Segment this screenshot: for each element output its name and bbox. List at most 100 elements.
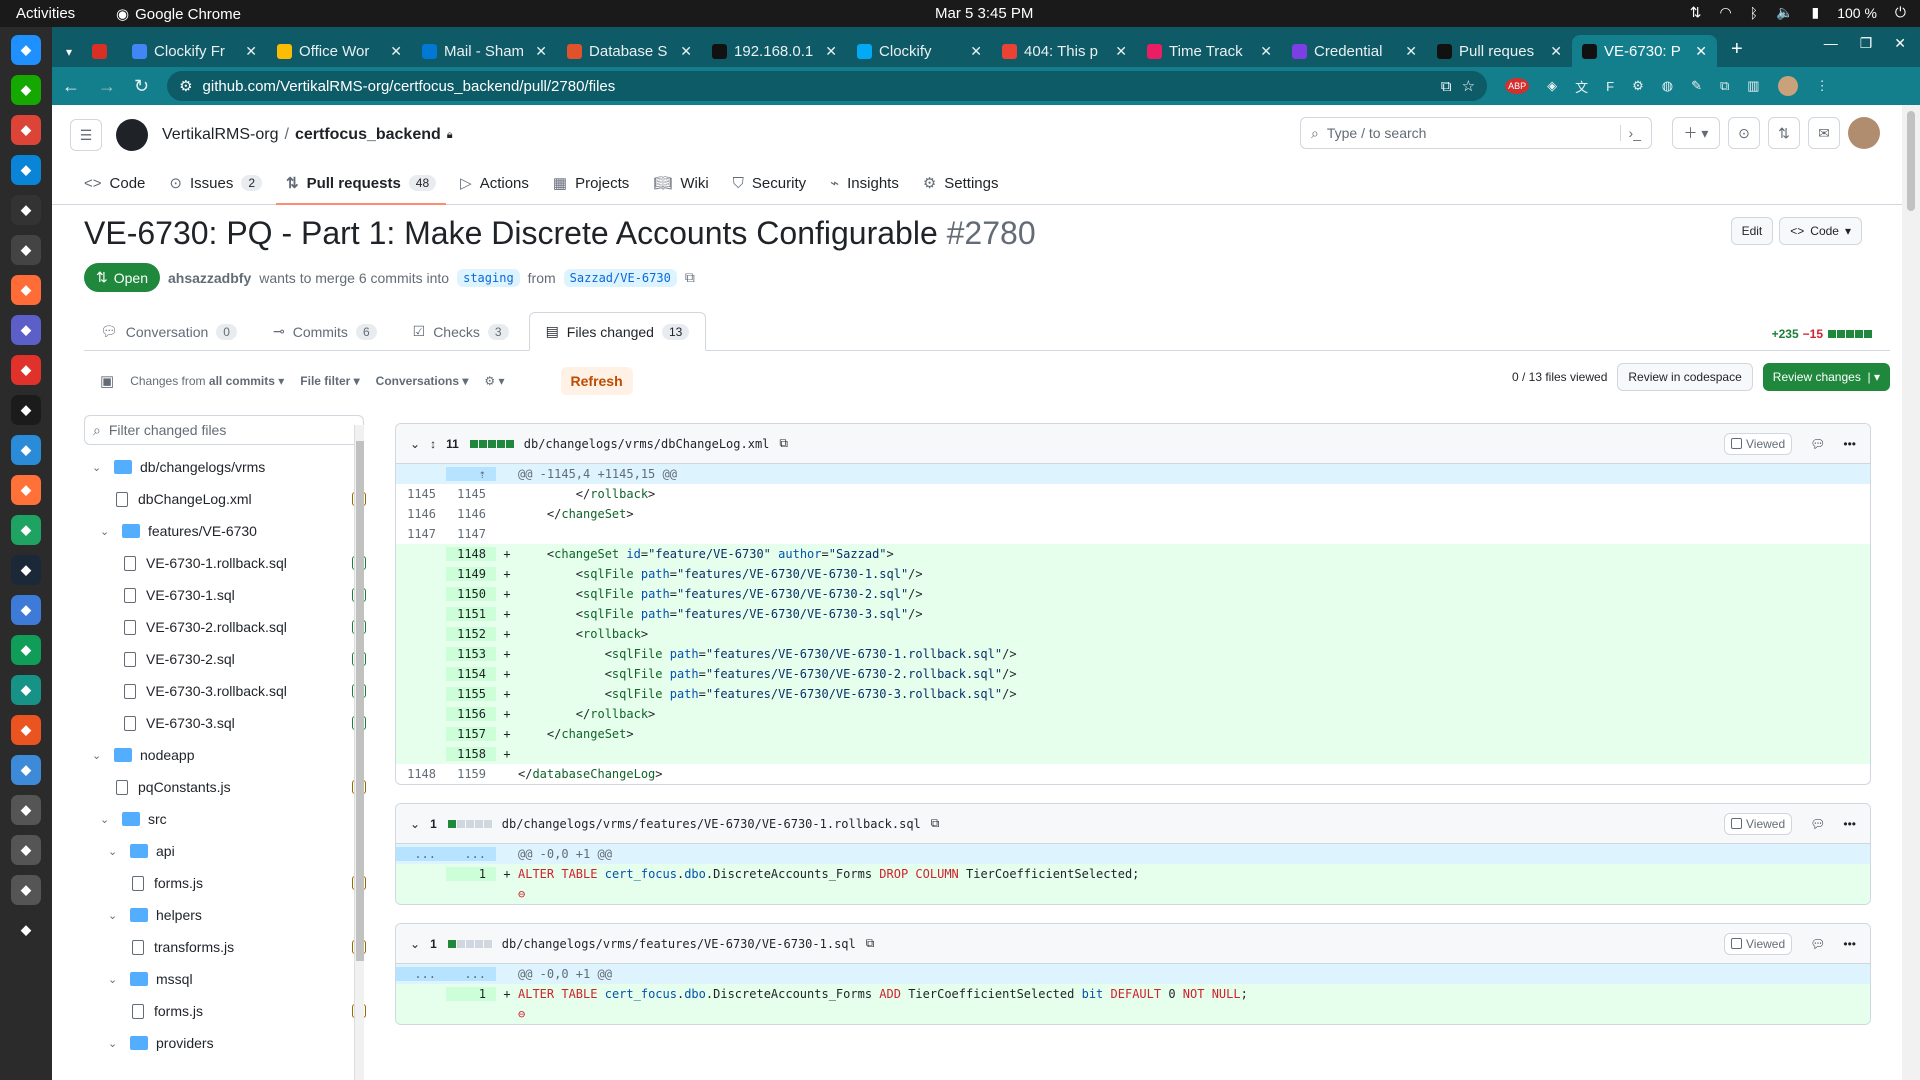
tree-file[interactable]: VE-6730-2.rollback.sql+ xyxy=(84,611,374,643)
tab-files-changed[interactable]: ▤ Files changed 13 xyxy=(528,312,707,351)
profile-avatar[interactable] xyxy=(1777,76,1798,96)
tree-file[interactable]: forms.js• xyxy=(84,995,374,1027)
terminal-icon[interactable]: ◆ xyxy=(11,195,41,225)
tree-file[interactable]: transforms.js• xyxy=(84,931,374,963)
diff-line[interactable]: 1153 + <sqlFile path="features/VE-6730/VE… xyxy=(396,644,1870,664)
extension-abp-icon[interactable]: ABP xyxy=(1505,78,1530,94)
clock[interactable]: Mar 5 3:45 PM xyxy=(935,5,1033,22)
typora-icon[interactable]: ◆ xyxy=(11,235,41,265)
file-path[interactable]: db/changelogs/vrms/dbChangeLog.xml xyxy=(524,437,770,451)
kebab-menu-icon[interactable]: ••• xyxy=(1843,437,1856,451)
code-dropdown-button[interactable]: <> Code ▾ xyxy=(1779,217,1862,245)
browser-tab[interactable]: Office Wor ✕ xyxy=(267,35,412,67)
viewed-checkbox[interactable]: Viewed xyxy=(1724,932,1793,955)
tree-folder[interactable]: ⌄ mssql xyxy=(84,963,374,995)
system-tray[interactable]: ⇅ ◠ ᛒ 🔈 ▮ 100 % ⏻ xyxy=(1690,4,1906,21)
expand-up-icon[interactable]: ... xyxy=(396,847,446,861)
chevron-down-icon[interactable]: ⌄ xyxy=(108,909,124,922)
file-path[interactable]: db/changelogs/vrms/features/VE-6730/VE-6… xyxy=(502,817,921,831)
pull-requests-icon[interactable]: ⇅ xyxy=(1768,117,1800,149)
inbox-icon[interactable]: ✉ xyxy=(1808,117,1840,149)
new-line-number[interactable]: 1154 xyxy=(446,667,496,681)
chevron-down-icon[interactable]: ⌄ xyxy=(108,1037,124,1050)
tree-folder[interactable]: ⌄ providers xyxy=(84,1027,374,1059)
vscode-icon[interactable]: ◆ xyxy=(11,155,41,185)
viewed-checkbox[interactable]: Viewed xyxy=(1724,432,1793,455)
edit-button[interactable]: Edit xyxy=(1730,217,1774,245)
toggle-tree-icon[interactable]: ▣ xyxy=(100,372,114,390)
steam-icon[interactable]: ◆ xyxy=(11,555,41,585)
install-app-icon[interactable]: ⧉ xyxy=(1441,78,1452,95)
file-path[interactable]: db/changelogs/vrms/features/VE-6730/VE-6… xyxy=(502,937,856,951)
scrollbar-thumb[interactable] xyxy=(356,441,364,961)
new-line-number[interactable]: 1152 xyxy=(446,627,496,641)
omnibox[interactable]: ⚙ github.com/VertikalRMS-org/certfocus_b… xyxy=(167,71,1488,101)
collapse-chevron-icon[interactable]: ⌄ xyxy=(410,817,420,831)
activities-button[interactable]: Activities xyxy=(16,5,75,22)
tab-close-icon[interactable]: ✕ xyxy=(390,43,402,60)
search-input[interactable]: ⌕ Type / to search ›_ xyxy=(1300,117,1652,149)
chrome-menu-icon[interactable]: ⋮ xyxy=(1816,78,1829,94)
new-line-number[interactable]: 1 xyxy=(446,867,496,881)
xreader-icon[interactable]: ◆ xyxy=(11,435,41,465)
reload-icon[interactable]: ↻ xyxy=(134,76,149,97)
upwork-icon[interactable]: ◆ xyxy=(11,75,41,105)
org-link[interactable]: VertikalRMS-org xyxy=(162,126,278,144)
tab-conversation[interactable]: 💬︎ Conversation 0 xyxy=(84,323,253,350)
diff-line[interactable]: 1146 1146 </changeSet> xyxy=(396,504,1870,524)
translate-icon[interactable]: 文 xyxy=(1575,77,1588,96)
browser-tab[interactable] xyxy=(82,35,122,67)
file-filter-dropdown[interactable]: File filter ▾ xyxy=(300,374,359,388)
sheets-icon[interactable]: ◆ xyxy=(11,515,41,545)
tree-folder[interactable]: ⌄ nodeapp xyxy=(84,739,374,771)
extension-f-icon[interactable]: F xyxy=(1606,79,1614,94)
new-line-number[interactable]: 1145 xyxy=(446,487,496,501)
tab-settings[interactable]: ⚙ Settings xyxy=(913,174,1009,204)
new-line-number[interactable]: 1156 xyxy=(446,707,496,721)
command-palette-icon[interactable]: ›_ xyxy=(1619,125,1641,141)
github-logo-icon[interactable] xyxy=(116,119,148,151)
conversations-dropdown[interactable]: Conversations ▾ xyxy=(376,374,469,388)
tree-file[interactable]: VE-6730-1.sql+ xyxy=(84,579,374,611)
tree-file[interactable]: VE-6730-3.sql+ xyxy=(84,707,374,739)
tree-file[interactable]: forms.js• xyxy=(84,867,374,899)
browser-tab[interactable]: 192.168.0.1 ✕ xyxy=(702,35,847,67)
tab-commits[interactable]: ⊸ Commits 6 xyxy=(257,323,393,350)
apps-grid-icon[interactable]: ◆ xyxy=(11,915,41,945)
chevron-down-icon[interactable]: ⌄ xyxy=(108,845,124,858)
kebab-menu-icon[interactable]: ••• xyxy=(1843,937,1856,951)
new-line-number[interactable]: 1159 xyxy=(446,767,496,781)
tree-folder[interactable]: ⌄ features/VE-6730 xyxy=(84,515,374,547)
settings-icon[interactable]: ◆ xyxy=(11,355,41,385)
browser-tab[interactable]: Clockify ✕ xyxy=(847,35,992,67)
tree-file[interactable]: VE-6730-2.sql+ xyxy=(84,643,374,675)
firefox-icon[interactable]: ◆ xyxy=(11,475,41,505)
expand-down-icon[interactable]: ... xyxy=(446,967,496,981)
old-line-number[interactable]: 1145 xyxy=(396,487,446,501)
diff-line[interactable]: 1145 1145 </rollback> xyxy=(396,484,1870,504)
diff-line[interactable]: 1152 + <rollback> xyxy=(396,624,1870,644)
chat-icon[interactable]: ◆ xyxy=(11,635,41,665)
browser-tab[interactable]: Database S ✕ xyxy=(557,35,702,67)
site-info-icon[interactable]: ⚙ xyxy=(179,77,192,95)
page-scrollbar[interactable] xyxy=(1902,105,1920,1080)
tab-close-icon[interactable]: ✕ xyxy=(970,43,982,60)
expand-down-icon[interactable]: ⇡ xyxy=(446,467,496,481)
copy-icon[interactable]: ⧉ xyxy=(866,936,875,951)
tab-actions[interactable]: ▷ Actions xyxy=(450,174,539,204)
chevron-down-icon[interactable]: ⌄ xyxy=(92,749,108,762)
file-tree-scrollbar[interactable] xyxy=(354,425,364,1080)
chrome-icon[interactable]: ◆ xyxy=(11,115,41,145)
collapse-chevron-icon[interactable]: ⌄ xyxy=(410,937,420,951)
comment-icon[interactable]: 💬︎ xyxy=(1810,817,1825,831)
tab-close-icon[interactable]: ✕ xyxy=(1115,43,1127,60)
tab-checks[interactable]: ☑ Checks 3 xyxy=(397,323,525,350)
maximize-icon[interactable]: ❐ xyxy=(1860,35,1873,52)
copy-icon[interactable]: ⧉ xyxy=(779,436,788,451)
tab-code[interactable]: <> Code xyxy=(74,175,155,204)
diff-line[interactable]: 1150 + <sqlFile path="features/VE-6730/VE… xyxy=(396,584,1870,604)
base-branch[interactable]: staging xyxy=(457,268,520,287)
tab-close-icon[interactable]: ✕ xyxy=(825,43,837,60)
gitkraken-icon[interactable]: ◆ xyxy=(11,675,41,705)
box-icon[interactable]: ◆ xyxy=(11,755,41,785)
